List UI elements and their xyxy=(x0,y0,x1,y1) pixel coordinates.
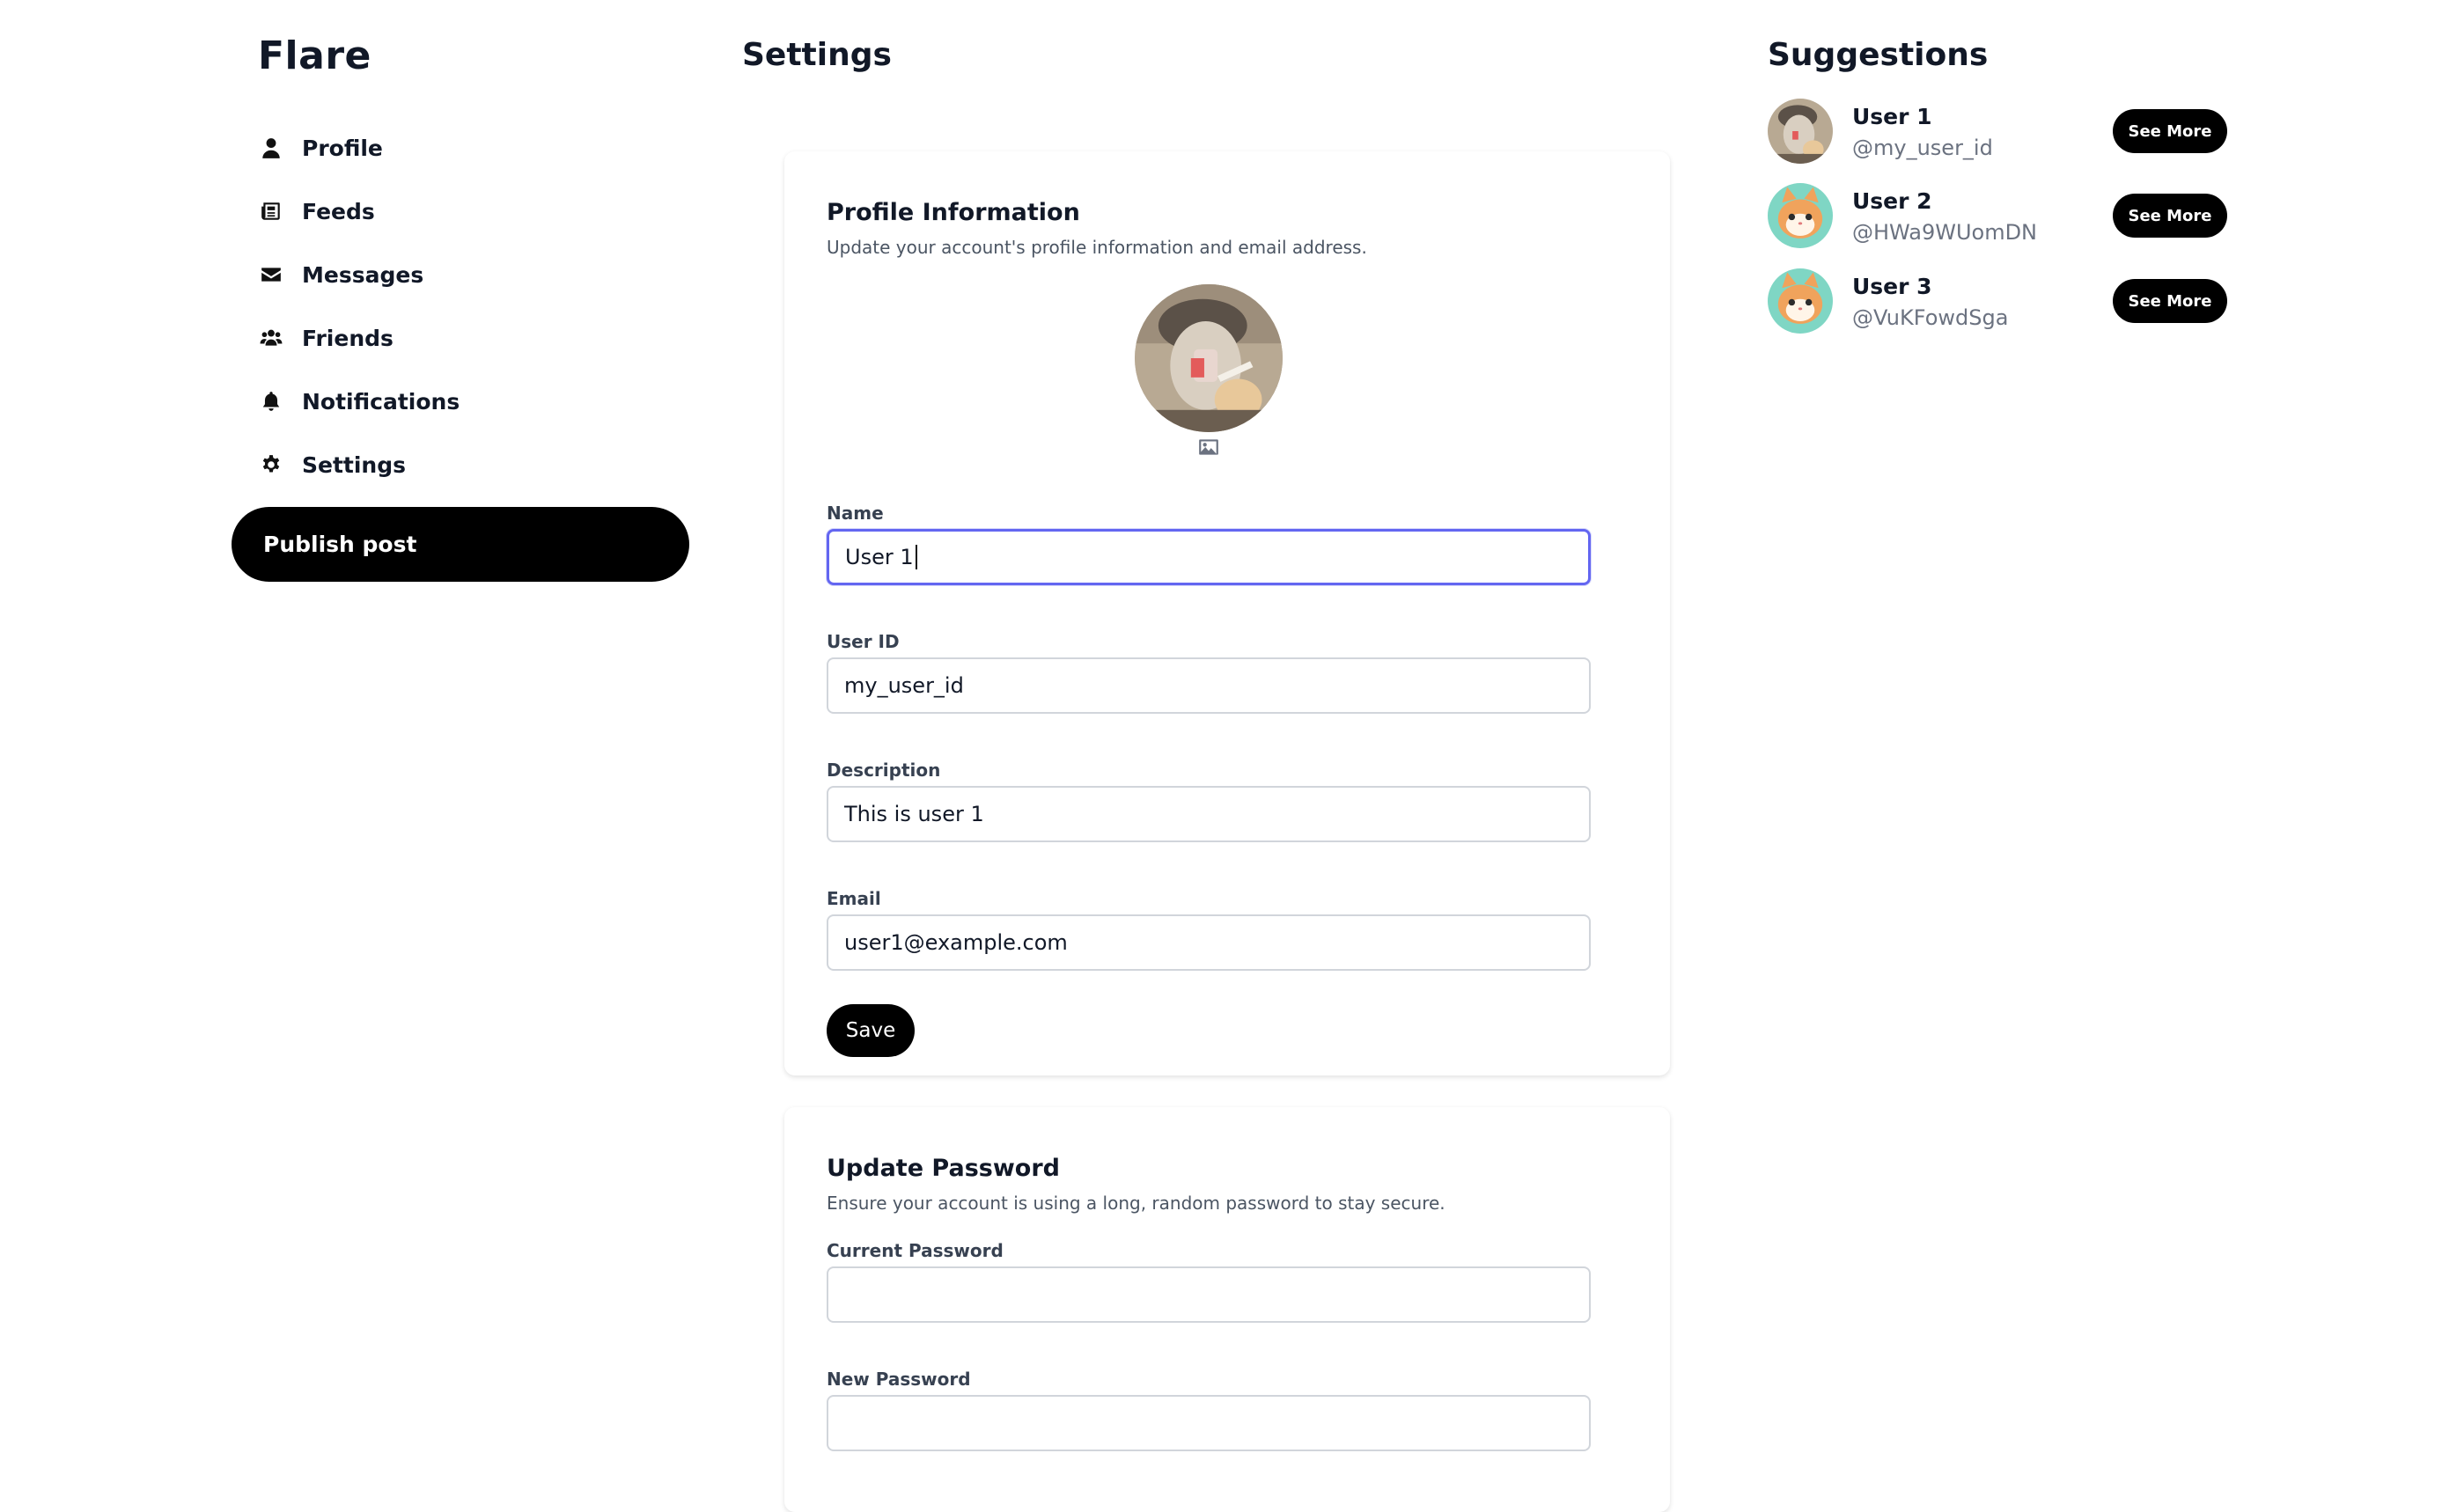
sidebar-item-label: Feeds xyxy=(302,198,375,224)
suggestion-handle: @VuKFowdSga xyxy=(1852,305,2009,330)
text-caret xyxy=(915,545,917,569)
gear-icon xyxy=(258,451,284,478)
sidebar-item-label: Messages xyxy=(302,261,424,288)
sidebar-item-label: Profile xyxy=(302,135,383,161)
current-password-field[interactable] xyxy=(827,1266,1591,1323)
sidebar-item-messages[interactable]: Messages xyxy=(258,243,680,306)
suggestion-name[interactable]: User 1 xyxy=(1852,104,1932,129)
sidebar-item-label: Settings xyxy=(302,451,407,478)
suggestion-handle: @HWa9WUomDN xyxy=(1852,220,2038,245)
sidebar-item-feeds[interactable]: Feeds xyxy=(258,180,680,243)
user-id-field-value: my_user_id xyxy=(844,673,964,698)
user-icon xyxy=(258,135,284,161)
see-more-button[interactable]: See More xyxy=(2113,279,2227,323)
see-more-button[interactable]: See More xyxy=(2113,109,2227,153)
profile-information-card: Profile Information Update your account'… xyxy=(784,151,1670,1075)
profile-avatar[interactable] xyxy=(1135,284,1283,432)
bell-icon xyxy=(258,388,284,415)
description-field[interactable]: This is user 1 xyxy=(827,786,1591,842)
see-more-button[interactable]: See More xyxy=(2113,194,2227,238)
email-field[interactable]: user1@example.com xyxy=(827,914,1591,971)
name-field-value: User 1 xyxy=(845,545,914,569)
update-password-card: Update Password Ensure your account is u… xyxy=(784,1107,1670,1512)
sidebar-item-label: Notifications xyxy=(302,388,460,415)
app-logo[interactable]: Flare xyxy=(258,33,371,78)
new-password-label: New Password xyxy=(827,1369,971,1390)
newspaper-icon xyxy=(258,198,284,224)
avatar[interactable] xyxy=(1768,99,1833,164)
section-description: Ensure your account is using a long, ran… xyxy=(827,1193,1445,1214)
user-id-label: User ID xyxy=(827,631,900,652)
envelope-icon xyxy=(258,261,284,288)
suggestion-item: User 2 @HWa9WUomDN See More xyxy=(1768,183,2227,253)
section-heading: Update Password xyxy=(827,1155,1060,1182)
user-id-field[interactable]: my_user_id xyxy=(827,657,1591,714)
description-label: Description xyxy=(827,760,941,781)
suggestion-item: User 1 @my_user_id See More xyxy=(1768,99,2227,169)
sidebar-item-profile[interactable]: Profile xyxy=(258,116,680,180)
sidebar-item-notifications[interactable]: Notifications xyxy=(258,370,680,433)
sidebar-item-friends[interactable]: Friends xyxy=(258,306,680,370)
suggestion-name[interactable]: User 2 xyxy=(1852,188,1932,214)
name-label: Name xyxy=(827,503,884,524)
suggestion-handle: @my_user_id xyxy=(1852,136,1993,160)
image-icon[interactable] xyxy=(1197,436,1220,462)
new-password-field[interactable] xyxy=(827,1395,1591,1451)
publish-post-button[interactable]: Publish post xyxy=(232,507,689,582)
description-field-value: This is user 1 xyxy=(844,802,984,826)
suggestion-name[interactable]: User 3 xyxy=(1852,274,1932,299)
suggestion-item: User 3 @VuKFowdSga See More xyxy=(1768,268,2227,339)
sidebar-item-settings[interactable]: Settings xyxy=(258,433,680,496)
section-heading: Profile Information xyxy=(827,199,1080,226)
section-description: Update your account's profile informatio… xyxy=(827,237,1367,258)
page-title: Settings xyxy=(742,37,892,73)
users-icon xyxy=(258,325,284,351)
sidebar-nav: Profile Feeds Messages Friends Notificat… xyxy=(258,116,680,496)
sidebar-item-label: Friends xyxy=(302,325,394,351)
avatar[interactable] xyxy=(1768,183,1833,248)
email-label: Email xyxy=(827,888,881,909)
avatar[interactable] xyxy=(1768,268,1833,334)
name-field[interactable]: User 1 xyxy=(827,529,1591,585)
save-button[interactable]: Save xyxy=(827,1004,915,1057)
email-field-value: user1@example.com xyxy=(844,930,1068,955)
suggestions-title: Suggestions xyxy=(1768,37,1989,73)
current-password-label: Current Password xyxy=(827,1240,1004,1261)
